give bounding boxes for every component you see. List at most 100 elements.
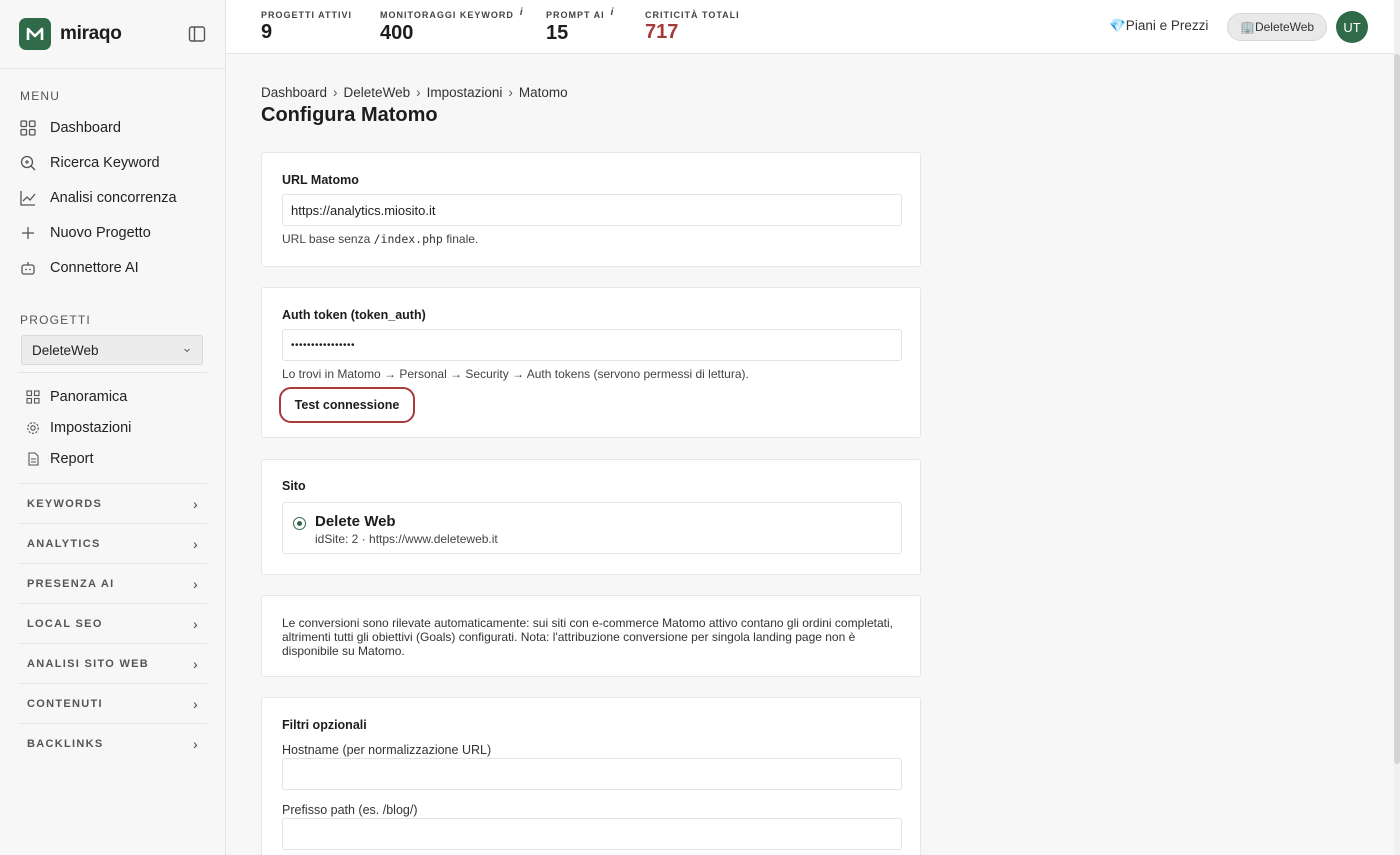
breadcrumb-dashboard[interactable]: Dashboard [261, 85, 327, 100]
chevron-right-icon: › [193, 735, 199, 752]
group-label: CONTENUTI [27, 697, 103, 710]
sidebar-item-label: Ricerca Keyword [50, 155, 160, 171]
sidebar-group-contenuti[interactable]: CONTENUTI › [19, 683, 207, 723]
sidebar-item-analisi-concorrenza[interactable]: Analisi concorrenza [20, 184, 177, 212]
breadcrumb-current: Matomo [518, 85, 568, 100]
site-name: Delete Web [315, 513, 396, 530]
sidebar-item-label: Connettore AI [50, 260, 139, 276]
menu-section-label: MENU [20, 89, 61, 103]
group-label: PRESENZA AI [27, 577, 115, 590]
sidebar-group-presenza-ai[interactable]: PRESENZA AI › [19, 563, 207, 603]
sidebar-item-panoramica[interactable]: Panoramica [26, 385, 127, 409]
stat-progetti-attivi: PROGETTI ATTIVI 9 [261, 10, 352, 44]
sidebar-item-report[interactable]: Report [26, 447, 94, 471]
brand-header: miraqo [0, 0, 225, 69]
group-label: LOCAL SEO [27, 617, 103, 630]
chevron-right-icon: › [193, 655, 199, 672]
url-help: URL base senza /index.php finale. [282, 232, 478, 246]
sidebar-item-impostazioni[interactable]: Impostazioni [26, 416, 131, 440]
filters-card: Filtri opzionali Hostname (per normalizz… [261, 697, 921, 855]
hostname-label: Hostname (per normalizzazione URL) [282, 743, 492, 757]
url-card: URL Matomo https://analytics.miosito.it … [261, 152, 921, 267]
token-card: Auth token (token_auth) ••••••••••••••••… [261, 287, 921, 438]
chevron-right-icon: › [508, 85, 513, 100]
sidebar-item-dashboard[interactable]: Dashboard [20, 114, 121, 142]
projects-section-label: PROGETTI [20, 313, 91, 327]
stat-value: 9 [261, 21, 273, 43]
stat-label: PROMPT AI [546, 10, 605, 20]
project-select-value: DeleteWeb [32, 342, 99, 358]
chart-line-icon [20, 190, 36, 206]
project-select[interactable]: DeleteWeb [21, 335, 203, 365]
grid-icon [26, 390, 40, 404]
stat-value: 15 [546, 22, 569, 44]
url-input[interactable]: https://analytics.miosito.it [282, 194, 902, 226]
chevron-right-icon: › [193, 695, 199, 712]
site-card: Sito Delete Web idSite: 2 · https://www.… [261, 459, 921, 575]
chevron-down-icon [182, 343, 192, 358]
sidebar-group-analytics[interactable]: ANALYTICS › [19, 523, 207, 563]
sidebar-item-nuovo-progetto[interactable]: Nuovo Progetto [20, 219, 151, 247]
sidebar-toggle-icon[interactable] [188, 25, 206, 43]
url-label: URL Matomo [282, 173, 359, 187]
divider [19, 372, 207, 373]
sidebar-item-connettore-ai[interactable]: Connettore AI [20, 254, 139, 282]
scrollbar[interactable] [1394, 0, 1400, 855]
info-icon[interactable]: i [611, 7, 615, 18]
hostname-input[interactable] [282, 758, 902, 790]
path-prefix-label: Prefisso path (es. /blog/) [282, 803, 418, 817]
conversion-note: Le conversioni sono rilevate automaticam… [282, 616, 893, 658]
conversion-note-card: Le conversioni sono rilevate automaticam… [261, 595, 921, 677]
search-plus-icon [20, 155, 36, 171]
site-meta: idSite: 2 · https://www.deleteweb.it [315, 532, 498, 546]
group-label: KEYWORDS [27, 497, 103, 510]
site-option[interactable]: Delete Web idSite: 2 · https://www.delet… [282, 502, 902, 554]
group-label: BACKLINKS [27, 737, 104, 750]
breadcrumb: Dashboard › DeleteWeb › Impostazioni › Matomo [261, 85, 568, 100]
sidebar-item-ricerca-keyword[interactable]: Ricerca Keyword [20, 149, 160, 177]
sidebar: miraqo MENU Dashboard Ricerca Keyword An… [0, 0, 226, 855]
site-label: Sito [282, 479, 306, 493]
chevron-right-icon: › [193, 495, 199, 512]
sidebar-group-keywords[interactable]: KEYWORDS › [19, 483, 207, 523]
chevron-right-icon: › [193, 535, 199, 552]
workspace-button[interactable]: 🏢DeleteWeb [1227, 13, 1328, 41]
pricing-link[interactable]: 💎Piani e Prezzi [1109, 18, 1208, 34]
site-radio[interactable] [293, 517, 306, 530]
sidebar-group-local-seo[interactable]: LOCAL SEO › [19, 603, 207, 643]
token-help: Lo trovi in Matomo → Personal → Security… [282, 367, 749, 381]
stat-value: 400 [380, 22, 414, 44]
chevron-right-icon: › [333, 85, 338, 100]
sidebar-item-label: Analisi concorrenza [50, 190, 177, 206]
scrollbar-thumb[interactable] [1394, 54, 1400, 764]
token-input[interactable]: •••••••••••••••• [282, 329, 902, 361]
gear-icon [26, 421, 40, 435]
group-label: ANALYTICS [27, 537, 101, 550]
chevron-right-icon: › [193, 575, 199, 592]
stat-label: CRITICITÀ TOTALI [645, 10, 740, 20]
sidebar-item-label: Impostazioni [50, 420, 132, 436]
stat-label: MONITORAGGI KEYWORD [380, 10, 514, 20]
sidebar-item-label: Dashboard [50, 120, 121, 136]
path-prefix-input[interactable] [282, 818, 902, 850]
robot-icon [20, 260, 36, 276]
stat-value: 717 [645, 21, 679, 43]
chevron-right-icon: › [416, 85, 421, 100]
breadcrumb-impostazioni[interactable]: Impostazioni [427, 85, 503, 100]
sidebar-group-backlinks[interactable]: BACKLINKS › [19, 723, 207, 763]
group-label: ANALISI SITO WEB [27, 657, 150, 670]
test-connection-button[interactable]: Test connessione [279, 387, 415, 423]
url-help-code: /index.php [373, 232, 443, 246]
plus-icon [20, 225, 36, 241]
breadcrumb-project[interactable]: DeleteWeb [344, 85, 411, 100]
sidebar-group-analisi-sito-web[interactable]: ANALISI SITO WEB › [19, 643, 207, 683]
info-icon[interactable]: i [520, 7, 524, 18]
stat-criticita-totali: CRITICITÀ TOTALI 717 [645, 10, 740, 44]
brand-logo-icon[interactable] [19, 18, 51, 50]
stat-label: PROGETTI ATTIVI [261, 10, 352, 20]
filters-title: Filtri opzionali [282, 718, 367, 732]
sidebar-item-label: Report [50, 451, 94, 467]
avatar[interactable]: UT [1336, 11, 1368, 43]
stat-monitoraggi-keyword: MONITORAGGI KEYWORD i 400 [380, 7, 524, 45]
brand-name: miraqo [60, 23, 122, 44]
